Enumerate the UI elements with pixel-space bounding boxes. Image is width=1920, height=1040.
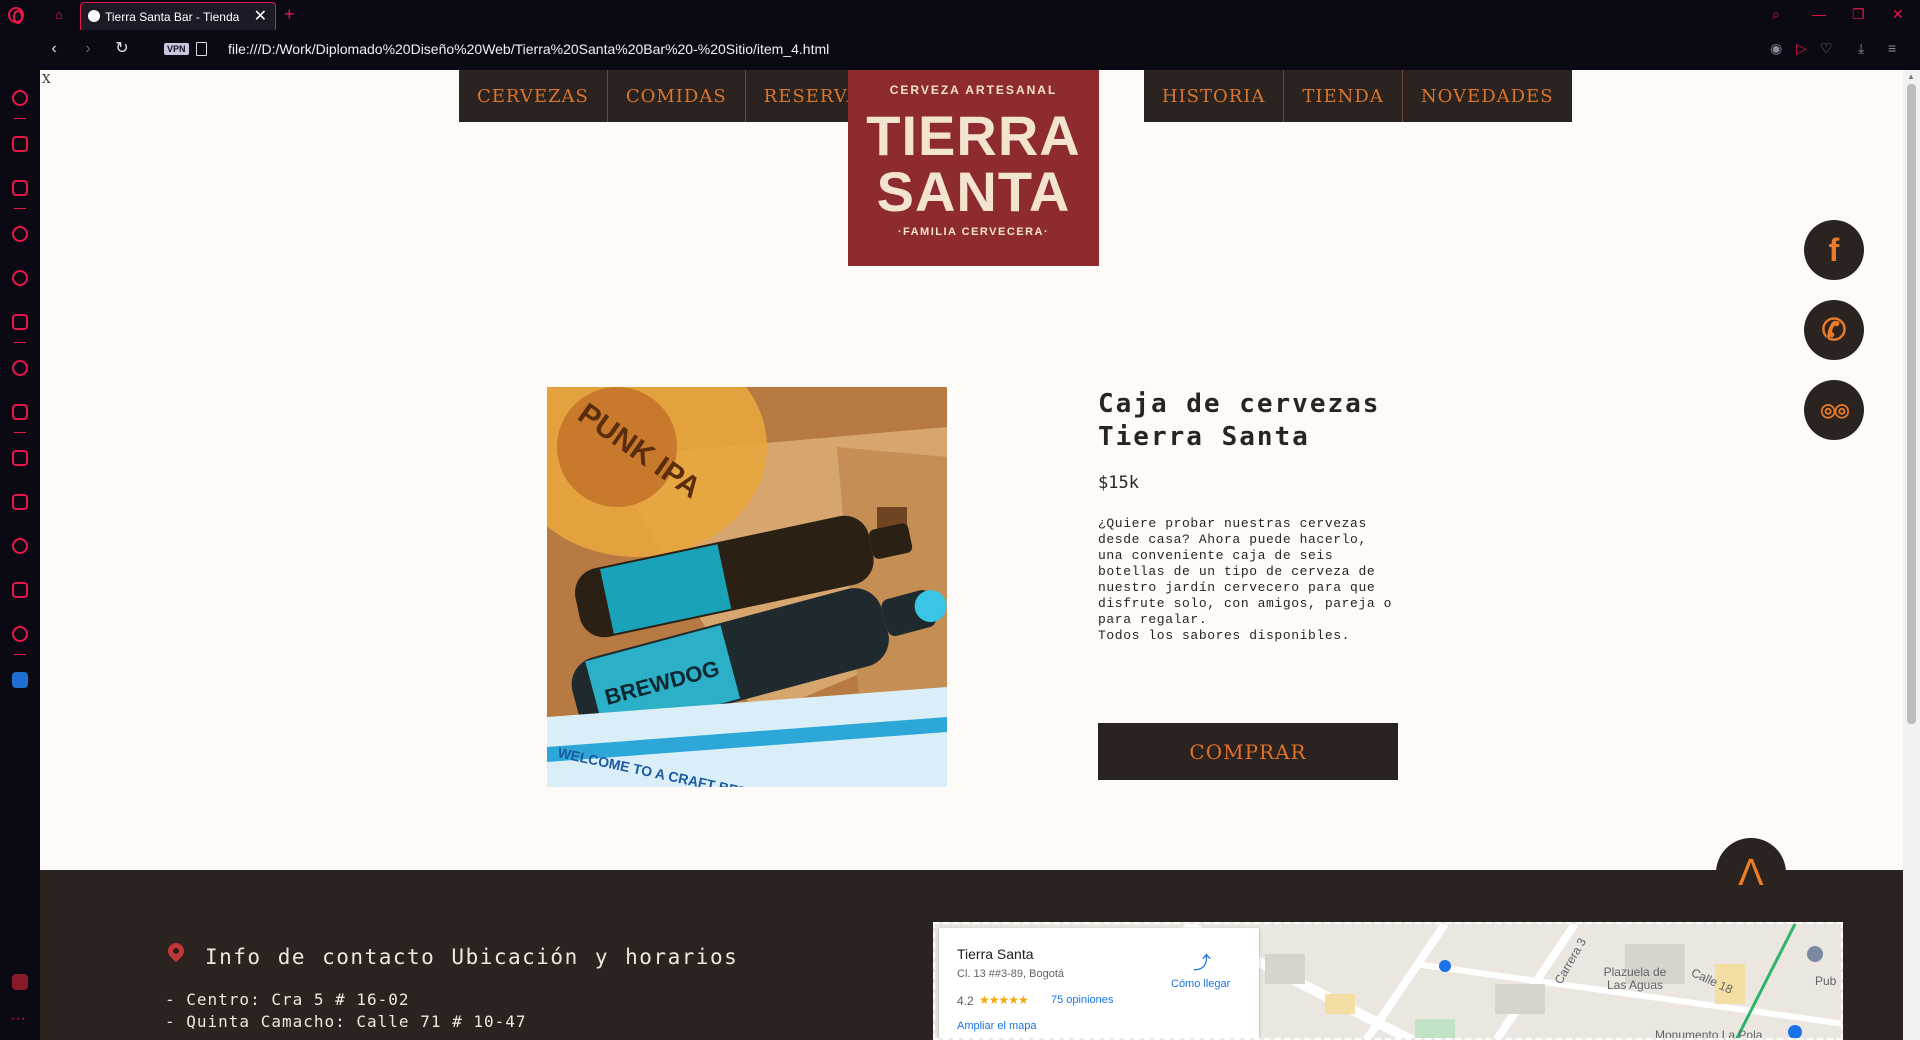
phone-icon: ✆ xyxy=(1821,313,1847,347)
availability-text: Todos los sabores disponibles. xyxy=(1098,628,1351,643)
more-icon[interactable]: ··· xyxy=(10,1010,26,1028)
player-icon[interactable] xyxy=(12,360,28,376)
logo-line1: TIERRA xyxy=(866,104,1081,167)
flow-icon[interactable] xyxy=(12,404,28,420)
phone-button[interactable]: ✆ xyxy=(1804,300,1864,360)
close-window-icon[interactable]: ✕ xyxy=(1892,6,1904,23)
sidebar-divider xyxy=(14,342,26,343)
heart-icon[interactable]: ♡ xyxy=(1820,40,1833,57)
nav-historia[interactable]: HISTORIA xyxy=(1143,70,1285,122)
product-price: $15k xyxy=(1098,473,1139,493)
product-description: ¿Quiere probar nuestras cervezas desde c… xyxy=(1098,516,1398,644)
pinboard-icon[interactable] xyxy=(12,450,28,466)
address-bar: ‹ › ↻ VPN file:///D:/Work/Diplomado%20Di… xyxy=(40,30,1920,70)
back-to-top-button[interactable]: Λ xyxy=(1716,838,1786,908)
tripadvisor-icon: ◎◎ xyxy=(1820,399,1849,420)
camera-icon[interactable]: ◉ xyxy=(1770,40,1782,57)
send-icon[interactable]: ▷ xyxy=(1796,40,1807,57)
translate-icon[interactable] xyxy=(12,672,28,688)
close-tab-icon[interactable]: ✕ xyxy=(254,6,267,26)
nav-tienda[interactable]: TIENDA xyxy=(1284,70,1403,122)
address-centro: - Centro: Cra 5 # 16-02 xyxy=(165,990,410,1009)
directions-icon[interactable]: ⤴ xyxy=(1193,954,1211,972)
map-enlarge-link[interactable]: Ampliar el mapa xyxy=(957,1020,1036,1032)
sidebar-divider xyxy=(14,208,26,209)
whatsapp-icon[interactable] xyxy=(12,270,28,286)
back-icon[interactable]: ‹ xyxy=(44,39,64,59)
profile-icon[interactable] xyxy=(12,974,28,990)
beer-box-illustration: PUNK IPA BREWDOG WELCOME TO A CRAFT BEER… xyxy=(547,387,947,787)
facebook-icon: f xyxy=(1828,231,1840,268)
nav-cervezas[interactable]: CERVEZAS xyxy=(459,70,608,122)
url-field[interactable]: file:///D:/Work/Diplomado%20Diseño%20Web… xyxy=(228,41,829,57)
extensions-icon[interactable] xyxy=(12,582,28,598)
browser-tab[interactable]: Tierra Santa Bar - Tienda ✕ xyxy=(80,2,276,30)
scroll-up-icon[interactable]: ▲ xyxy=(1907,72,1915,81)
browser-tab-bar: ⌂ Tierra Santa Bar - Tienda ✕ + ⌕ — ❐ ✕ xyxy=(0,0,1920,30)
scrollbar-thumb[interactable] xyxy=(1907,84,1916,724)
messenger-icon[interactable] xyxy=(12,226,28,242)
settings-icon[interactable] xyxy=(12,626,28,642)
nav-novedades[interactable]: NOVEDADES xyxy=(1402,70,1572,122)
map-rating: 4.2 xyxy=(957,994,974,1008)
sidebar-divider xyxy=(14,118,26,119)
instagram-icon[interactable] xyxy=(12,314,28,330)
buy-button[interactable]: COMPRAR xyxy=(1098,723,1398,780)
gamepad-icon[interactable]: ⌂ xyxy=(50,6,68,24)
speed-dial-icon[interactable] xyxy=(12,90,28,106)
tripadvisor-button[interactable]: ◎◎ xyxy=(1804,380,1864,440)
logo-line2: SANTA xyxy=(876,160,1071,223)
map-label-plazuela: Plazuela de Las Aguas xyxy=(1603,965,1667,992)
map-label-pub: Pub xyxy=(1815,974,1837,988)
site-logo[interactable]: CERVEZA ARTESANAL TIERRA SANTA ·FAMILIA … xyxy=(848,70,1099,266)
history-icon[interactable] xyxy=(12,538,28,554)
description-text: ¿Quiere probar nuestras cervezas desde c… xyxy=(1098,516,1401,627)
logo-bottom-text: ·FAMILIA CERVECERA· xyxy=(897,226,1050,238)
facebook-button[interactable]: f xyxy=(1804,220,1864,280)
globe-icon xyxy=(88,10,100,22)
directions-link[interactable]: Cómo llegar xyxy=(1171,978,1230,990)
nav-comidas[interactable]: COMIDAS xyxy=(607,70,746,122)
page-viewport: X CERVEZAS COMIDAS RESERVAS HISTORIA TIE… xyxy=(40,70,1903,1040)
map-place-name: Tierra Santa xyxy=(957,946,1034,962)
logo-top-text: CERVEZA ARTESANAL xyxy=(889,83,1058,97)
site-footer: Info de contacto Ubicación y horarios - … xyxy=(40,870,1903,1040)
forward-icon[interactable]: › xyxy=(78,39,98,59)
vpn-badge[interactable]: VPN xyxy=(164,43,189,55)
reload-icon[interactable]: ↻ xyxy=(112,39,132,59)
location-pin-icon xyxy=(164,939,188,963)
browser-sidebar: ··· xyxy=(0,70,40,1040)
map-stars-icon: ★★★★★ xyxy=(979,993,1029,1007)
sidebar-divider xyxy=(14,432,26,433)
page-scrollbar[interactable]: ▲ xyxy=(1903,70,1920,1040)
contact-title: Info de contacto Ubicación y horarios xyxy=(205,945,739,969)
map-place-address: Cl. 13 ##3-89, Bogotá xyxy=(957,968,1065,980)
search-tabs-icon[interactable]: ⌕ xyxy=(1772,6,1780,23)
address-quinta-camacho: - Quinta Camacho: Calle 71 # 10-47 xyxy=(165,1012,527,1031)
embedded-map[interactable]: Carrera 3 Plazuela de Las Aguas Calle 18… xyxy=(933,922,1843,1040)
minimize-icon[interactable]: — xyxy=(1812,6,1826,22)
download-icon[interactable]: ⤓ xyxy=(1858,40,1864,57)
tab-title: Tierra Santa Bar - Tienda xyxy=(105,10,240,24)
page-icon xyxy=(196,42,207,56)
menu-icon[interactable]: ≡ xyxy=(1888,40,1896,56)
product-image: PUNK IPA BREWDOG WELCOME TO A CRAFT BEER… xyxy=(547,387,947,787)
restore-icon[interactable]: ❐ xyxy=(1852,6,1865,23)
map-reviews-link[interactable]: 75 opiniones xyxy=(1051,994,1113,1006)
map-place-card: Tierra Santa Cl. 13 ##3-89, Bogotá 4.2 ★… xyxy=(939,928,1259,1038)
twitch-icon[interactable] xyxy=(12,180,28,196)
new-tab-button[interactable]: + xyxy=(284,4,295,25)
shopping-icon[interactable] xyxy=(12,136,28,152)
tabs-icon[interactable] xyxy=(12,494,28,510)
product-title: Caja de cervezas Tierra Santa xyxy=(1098,389,1381,452)
map-label-monumento: Monumento La Pola xyxy=(1655,1028,1763,1040)
opera-logo-icon[interactable] xyxy=(8,7,24,24)
sidebar-divider xyxy=(14,654,26,655)
corner-mark: X xyxy=(42,72,51,86)
